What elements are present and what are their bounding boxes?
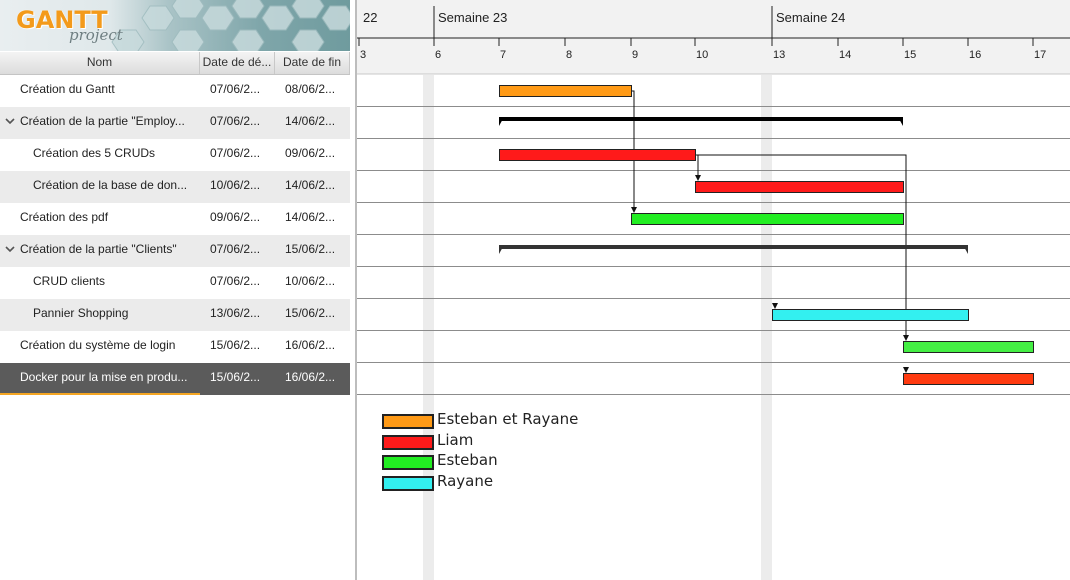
legend-swatch [382,414,434,429]
task-end-date: 08/06/2... [285,82,336,96]
gantt-chart[interactable]: 22 Semaine 23 Semaine 24 3 6 7 8 9 10 13 14 15 16 17 [357,0,1070,580]
task-row[interactable]: Pannier Shopping 13/06/2... 15/06/2... [0,299,350,331]
ganttproject-logo: GANTT project [0,0,350,51]
task-bar [631,213,904,225]
task-tree-pane: GANTT project Nom Date de dé... Date de … [0,0,350,580]
task-row[interactable]: CRUD clients 07/06/2... 10/06/2... [0,267,350,299]
task-name: Création du Gantt [20,82,115,96]
day-label: 16 [969,49,981,61]
task-table-header: Nom Date de dé... Date de fin [0,52,350,75]
day-label: 7 [500,49,506,61]
summary-bar-cap [898,117,903,126]
task-start-date: 07/06/2... [210,82,261,96]
day-label: 8 [566,49,572,61]
task-row[interactable]: Création du système de login 15/06/2... … [0,331,350,363]
task-start-date: 09/06/2... [210,210,261,224]
task-start-date: 15/06/2... [210,370,261,384]
weekend-shading [761,75,772,580]
dependency-arrowhead [695,175,701,181]
task-end-date: 14/06/2... [285,178,336,192]
day-label: 13 [773,49,785,61]
task-bar [903,341,1034,353]
task-name: Pannier Shopping [33,306,129,320]
legend-label: Esteban et Rayane [437,410,579,428]
column-header-name[interactable]: Nom [0,52,200,74]
legend-label: Liam [437,431,474,449]
week-label: Semaine 23 [438,10,507,25]
column-header-start-date[interactable]: Date de dé... [200,52,275,74]
task-list: Création du Gantt 07/06/2... 08/06/2... … [0,75,350,395]
task-name: Création de la partie "Employ... [20,114,185,128]
task-bar [903,373,1034,385]
gantt-chart-area[interactable]: 22 Semaine 23 Semaine 24 3 6 7 8 9 10 13 14 15 16 17 … [357,0,1070,580]
day-label: 9 [632,49,638,61]
task-name: Création de la partie "Clients" [20,242,177,256]
task-name: CRUD clients [33,274,106,288]
task-end-date: 10/06/2... [285,274,336,288]
selection-indicator [0,393,200,395]
task-start-date: 07/06/2... [210,146,261,160]
week-label: 22 [363,10,377,25]
task-end-date: 16/06/2... [285,338,336,352]
task-end-date: 14/06/2... [285,210,336,224]
summary-bar [499,245,968,249]
task-row[interactable]: Création de la partie "Clients" 07/06/2.… [0,235,350,267]
task-start-date: 07/06/2... [210,274,261,288]
task-bar [695,181,904,193]
task-start-date: 07/06/2... [210,242,261,256]
legend-swatch [382,435,434,450]
task-start-date: 10/06/2... [210,178,261,192]
task-start-date: 13/06/2... [210,306,261,320]
task-end-date: 16/06/2... [285,370,336,384]
summary-bar-cap [499,117,504,126]
day-label: 17 [1034,49,1046,61]
task-row[interactable]: Création du Gantt 07/06/2... 08/06/2... [0,75,350,107]
summary-bar [499,117,903,121]
task-name: Création de la base de don... [33,178,188,192]
day-label: 6 [435,49,441,61]
legend-swatch [382,455,434,470]
task-end-date: 09/06/2... [285,146,336,160]
task-bar [772,309,969,321]
task-row[interactable]: Création des 5 CRUDs 07/06/2... 09/06/2.… [0,139,350,171]
logo-project-text: project [69,26,123,44]
day-label: 15 [904,49,916,61]
week-label: Semaine 24 [776,10,845,25]
task-row-selected[interactable]: Docker pour la mise en produ... 15/06/2.… [0,363,350,395]
task-row[interactable]: Création de la base de don... 10/06/2...… [0,171,350,203]
task-row[interactable]: Création des pdf 09/06/2... 14/06/2... [0,203,350,235]
legend-label: Esteban [437,451,498,469]
dependency-arrowhead [903,367,909,373]
dependency-arrowhead [903,335,909,341]
day-label: 10 [696,49,708,61]
column-header-end-date[interactable]: Date de fin [275,52,350,74]
weekend-shading [423,75,434,580]
task-name: Création des pdf [20,210,109,224]
legend-label: Rayane [437,472,494,490]
logo-wordmark: GANTT project [14,6,124,48]
day-label: 14 [839,49,851,61]
task-name: Création des 5 CRUDs [33,146,156,160]
task-start-date: 15/06/2... [210,338,261,352]
legend-swatch [382,476,434,491]
task-bar [499,85,632,97]
task-end-date: 14/06/2... [285,114,336,128]
task-end-date: 15/06/2... [285,242,336,256]
task-bar [499,149,696,161]
task-name: Création du système de login [20,338,176,352]
dependency-arrowhead [772,303,778,309]
task-row[interactable]: Création de la partie "Employ... 07/06/2… [0,107,350,139]
dependency-arrowhead [631,207,637,213]
task-end-date: 15/06/2... [285,306,336,320]
day-label: 3 [360,49,366,61]
task-start-date: 07/06/2... [210,114,261,128]
task-name: Docker pour la mise en produ... [20,370,188,384]
